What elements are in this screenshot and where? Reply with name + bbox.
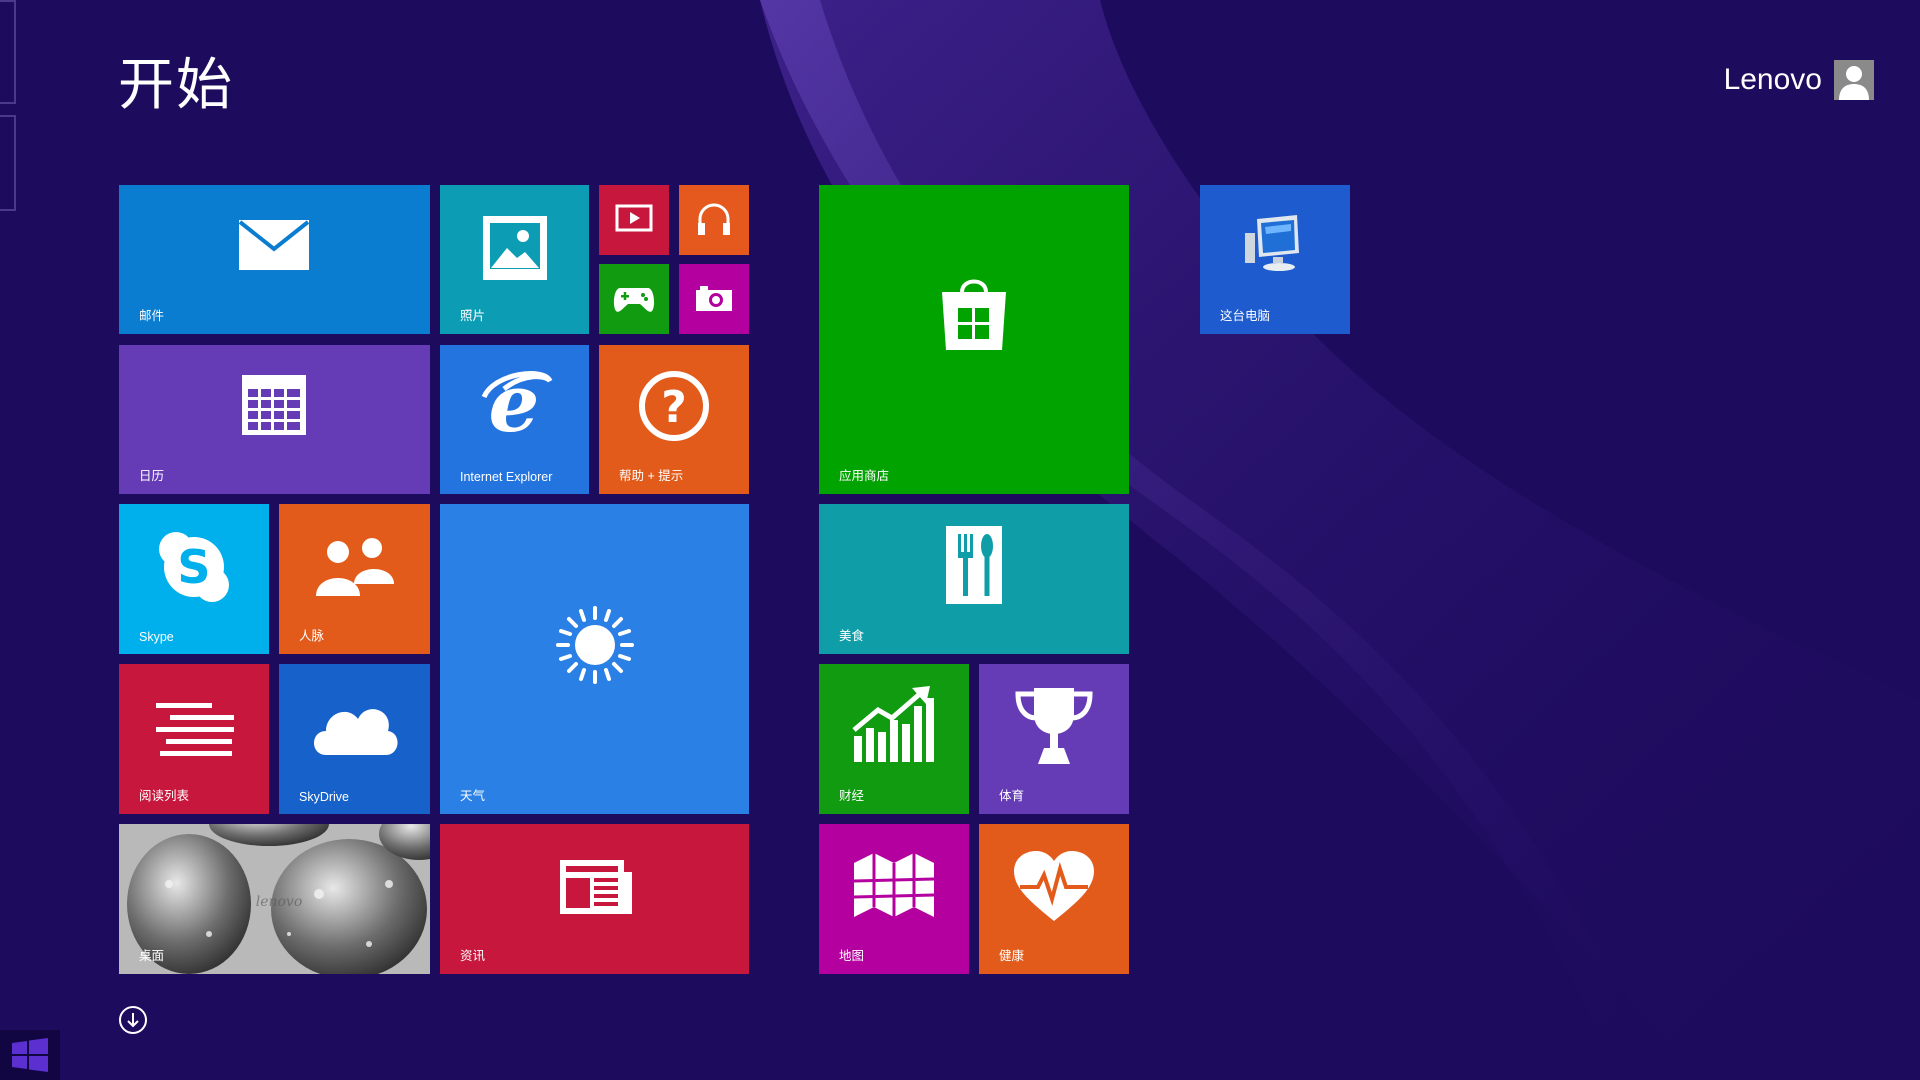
reading-list-icon	[155, 700, 235, 758]
svg-text:lenovo: lenovo	[256, 894, 303, 910]
tile-label: 财经	[839, 789, 865, 803]
arrow-down-circle-icon	[119, 1006, 147, 1034]
newspaper-icon	[558, 858, 634, 916]
windows-logo-icon	[12, 1038, 48, 1072]
tile-skydrive[interactable]: SkyDrive	[279, 664, 430, 814]
svg-text:?: ?	[661, 382, 687, 433]
tile-video[interactable]	[599, 185, 669, 255]
sun-icon	[554, 604, 636, 686]
trophy-icon	[1011, 684, 1097, 766]
tile-calendar[interactable]: 日历	[119, 345, 430, 494]
edge-handle-bottom	[0, 115, 16, 211]
tile-label: 这台电脑	[1220, 309, 1271, 323]
camera-icon	[694, 284, 734, 314]
tile-label: 体育	[999, 789, 1025, 803]
chart-up-icon	[851, 684, 937, 764]
tile-games[interactable]	[599, 264, 669, 334]
tile-label: 桌面	[139, 949, 165, 963]
user-avatar-icon	[1834, 60, 1874, 100]
tile-label: 健康	[999, 949, 1025, 963]
all-apps-button[interactable]	[118, 1005, 148, 1035]
tile-food[interactable]: 美食	[819, 504, 1129, 654]
user-name: Lenovo	[1723, 63, 1822, 96]
tile-label: Skype	[139, 630, 174, 644]
computer-icon	[1242, 213, 1308, 273]
help-icon: ?	[637, 369, 711, 443]
edge-handle-top	[0, 0, 16, 104]
headphones-icon	[695, 199, 733, 237]
tile-label: 天气	[460, 789, 486, 803]
calendar-icon	[239, 372, 309, 438]
tile-weather[interactable]: 天气	[440, 504, 749, 814]
skype-icon: S	[155, 528, 233, 606]
tile-camera[interactable]	[679, 264, 749, 334]
tile-label: 阅读列表	[139, 789, 190, 803]
cloud-icon	[307, 694, 401, 758]
gamepad-icon	[612, 284, 656, 314]
tile-reading-list[interactable]: 阅读列表	[119, 664, 269, 814]
fork-knife-icon	[943, 524, 1005, 606]
tile-music[interactable]	[679, 185, 749, 255]
tile-label: Internet Explorer	[460, 470, 553, 484]
tile-label: 应用商店	[839, 469, 890, 483]
start-button[interactable]	[0, 1030, 60, 1080]
tile-news[interactable]: 资讯	[440, 824, 749, 974]
desktop-wallpaper: lenovo	[119, 824, 430, 974]
tile-label: 地图	[839, 949, 865, 963]
tile-label: 人脉	[299, 629, 325, 643]
ie-icon: e	[474, 367, 554, 443]
tile-internet-explorer[interactable]: e Internet Explorer	[440, 345, 589, 494]
video-icon	[614, 203, 654, 233]
tile-maps[interactable]: 地图	[819, 824, 969, 974]
tile-label: SkyDrive	[299, 790, 350, 804]
map-icon	[851, 850, 937, 920]
tile-finance[interactable]: 财经	[819, 664, 969, 814]
tile-store[interactable]: 应用商店	[819, 185, 1129, 494]
people-icon	[309, 536, 399, 596]
photos-icon	[480, 213, 550, 283]
tile-sports[interactable]: 体育	[979, 664, 1129, 814]
store-bag-icon	[937, 273, 1011, 355]
tile-people[interactable]: 人脉	[279, 504, 430, 654]
page-title: 开始	[118, 53, 234, 118]
tile-help[interactable]: ? 帮助 + 提示	[599, 345, 749, 494]
tile-label: 帮助 + 提示	[619, 469, 684, 483]
tile-label: 照片	[460, 309, 486, 323]
tile-photos[interactable]: 照片	[440, 185, 589, 334]
heart-icon	[1011, 848, 1097, 924]
tile-label: 美食	[839, 629, 865, 643]
svg-text:S: S	[177, 540, 210, 594]
tile-mail[interactable]: 邮件	[119, 185, 430, 334]
tile-label: 日历	[139, 469, 165, 483]
tile-label: 邮件	[139, 309, 165, 323]
tile-health[interactable]: 健康	[979, 824, 1129, 974]
tile-this-pc[interactable]: 这台电脑	[1200, 185, 1350, 334]
user-account[interactable]: Lenovo	[1724, 60, 1874, 100]
tile-skype[interactable]: S Skype	[119, 504, 269, 654]
mail-icon	[236, 217, 312, 273]
tile-label: 资讯	[460, 949, 486, 963]
tile-desktop[interactable]: lenovo 桌面	[119, 824, 430, 974]
